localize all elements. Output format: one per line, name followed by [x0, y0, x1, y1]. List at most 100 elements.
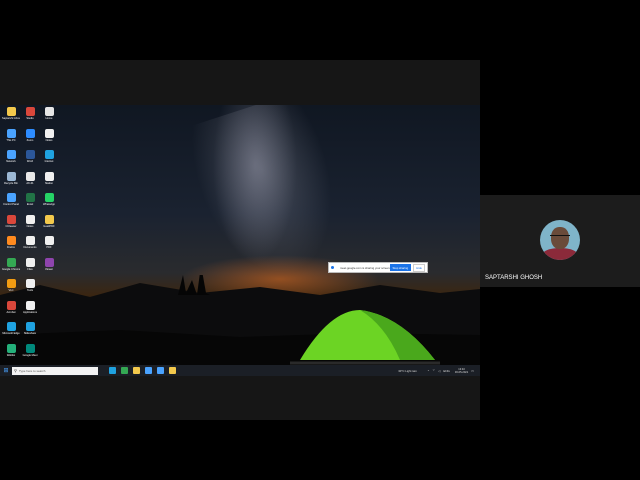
desktop-icon-label: VLC [8, 289, 14, 292]
desktop-icon[interactable]: Recycle Bin [2, 171, 20, 185]
desktop-icon[interactable]: Word [21, 150, 39, 163]
desktop-icon[interactable]: Documents [21, 236, 39, 249]
desktop-icon-label: Zoom [26, 138, 34, 142]
desktop-icon[interactable]: Control Panel [2, 193, 20, 206]
desktop-icon[interactable]: Saptarshi Ghosh [2, 107, 20, 120]
avatar-shirt [542, 248, 578, 260]
app-icon [6, 322, 16, 331]
desktop-icon[interactable]: Tools [21, 279, 39, 292]
windows-taskbar: ⊞ ⚲ Type here to search 30°C Light rain … [0, 365, 480, 376]
app-icon [44, 214, 54, 224]
desktop-icon[interactable]: Network [2, 150, 20, 163]
edge-icon[interactable] [109, 367, 116, 374]
desktop-icon-label: Notes [45, 138, 53, 142]
desktop-icon-label: Google Meet [22, 353, 38, 357]
app-icon [25, 150, 35, 159]
mail-icon[interactable] [157, 367, 164, 374]
search-icon: ⚲ [14, 368, 17, 373]
app-icon [44, 171, 54, 181]
desktop-icon[interactable]: AK-01 [21, 171, 39, 185]
app-icon [25, 193, 35, 202]
desktop-icon[interactable]: Microsoft Edge [2, 322, 20, 335]
desktop-icon[interactable]: This PC [2, 128, 20, 142]
desktop-icon-label: Internet [44, 160, 54, 163]
volume-icon[interactable]: ◁ [438, 369, 440, 373]
desktop-icon-label: Station [44, 181, 54, 185]
stop-sharing-button[interactable]: Stop sharing [389, 264, 412, 271]
app-icon [25, 257, 35, 267]
share-message: meet.google.com is sharing your screen. [340, 265, 390, 270]
desktop-icon-label: Applications [23, 310, 37, 314]
participant-name: SAPTARSHI GHOSH [485, 275, 543, 281]
desktop-icon-label: GeekPDF [43, 224, 55, 228]
app-icon [6, 236, 16, 245]
taskbar-clock[interactable]: 13:40 30-05-2021 [455, 368, 468, 374]
desktop-icon-label: WebEx [6, 353, 16, 357]
desktop-icon[interactable]: CCleaner [2, 214, 20, 228]
desktop-icon[interactable]: Google Meet [21, 343, 39, 357]
chevron-up-icon[interactable]: ^ [428, 369, 429, 373]
desktop-icon[interactable]: Studio [21, 107, 39, 120]
app-icon [44, 150, 54, 159]
meeting-top-bar [0, 60, 480, 105]
hide-button[interactable]: Hide [413, 263, 425, 272]
desktop-icon[interactable]: Station [40, 171, 58, 185]
desktop-icon[interactable]: Internet [40, 150, 58, 163]
desktop-icon-label: Google Chrome [2, 267, 20, 271]
network-icon[interactable]: ⌔ [432, 368, 435, 373]
participant-avatar [540, 220, 580, 260]
desktop-icon[interactable]: WhatsApp [40, 193, 58, 206]
desktop-icon-label: Recycle Bin [4, 181, 18, 185]
windows-start-icon[interactable]: ⊞ [2, 367, 10, 375]
store-icon[interactable] [145, 367, 152, 374]
app-icon [44, 128, 54, 138]
notification-icon[interactable]: ▭ [471, 369, 474, 373]
desktop-icon[interactable]: Zoom [21, 128, 39, 142]
app-icon [25, 214, 35, 224]
desktop-icon[interactable]: Files [21, 257, 39, 271]
desktop-icon[interactable]: Excel [21, 193, 39, 206]
share-indicator-icon [331, 266, 334, 269]
folder-icon[interactable] [169, 367, 176, 374]
desktop-icon-label: Viewer [45, 267, 53, 271]
app-icon [44, 236, 54, 245]
taskbar-search-box[interactable]: ⚲ Type here to search [12, 366, 98, 375]
clock-date: 30-05-2021 [454, 370, 469, 374]
app-icon [25, 279, 35, 288]
desktop-icon-label: Files [27, 267, 33, 271]
app-icon [44, 193, 54, 202]
app-icon [6, 107, 16, 116]
desktop-icon[interactable]: WebEx [2, 343, 20, 357]
weather-widget[interactable]: 30°C Light rain [398, 369, 417, 373]
desktop-icon[interactable]: Acrobat [2, 300, 20, 314]
app-icon [6, 257, 16, 267]
desktop-icon[interactable]: Applications [21, 300, 39, 314]
desktop-icon[interactable]: Firefox [2, 236, 20, 249]
desktop-icon[interactable]: Viewer [40, 257, 58, 271]
desktop-icon[interactable]: Notes [21, 214, 39, 228]
app-icon [6, 128, 16, 138]
app-icon [6, 171, 16, 181]
chrome-icon[interactable] [121, 367, 128, 374]
desktop-icon-label: Network [6, 160, 16, 163]
desktop-icon-label: Home [45, 117, 53, 120]
desktop-icon[interactable]: Notes [40, 128, 58, 142]
desktop-icon[interactable]: VLC [2, 279, 20, 292]
app-icon [6, 300, 16, 310]
desktop-icon-label: Saptarshi Ghosh [2, 117, 20, 120]
desktop-icon[interactable]: Home [40, 107, 58, 120]
language-indicator[interactable]: ENG [443, 369, 450, 373]
shared-screen: Saptarshi Ghosh This PC Network Recycle Bin… [0, 105, 480, 376]
desktop-icon[interactable]: Slideshare [21, 322, 39, 335]
desktop-icon[interactable]: GeekPDF [40, 214, 58, 228]
app-icon [25, 236, 35, 245]
search-placeholder: Type here to search [18, 368, 46, 373]
participant-tile[interactable]: SAPTARSHI GHOSH [480, 195, 640, 287]
app-icon [6, 150, 16, 159]
desktop-icon[interactable]: PDF [40, 236, 58, 249]
desktop-icon[interactable]: Google Chrome [2, 257, 20, 271]
desktop-icon-label: Studio [26, 117, 34, 120]
app-icon [6, 193, 16, 202]
explorer-icon[interactable] [133, 367, 140, 374]
app-icon [25, 300, 35, 310]
